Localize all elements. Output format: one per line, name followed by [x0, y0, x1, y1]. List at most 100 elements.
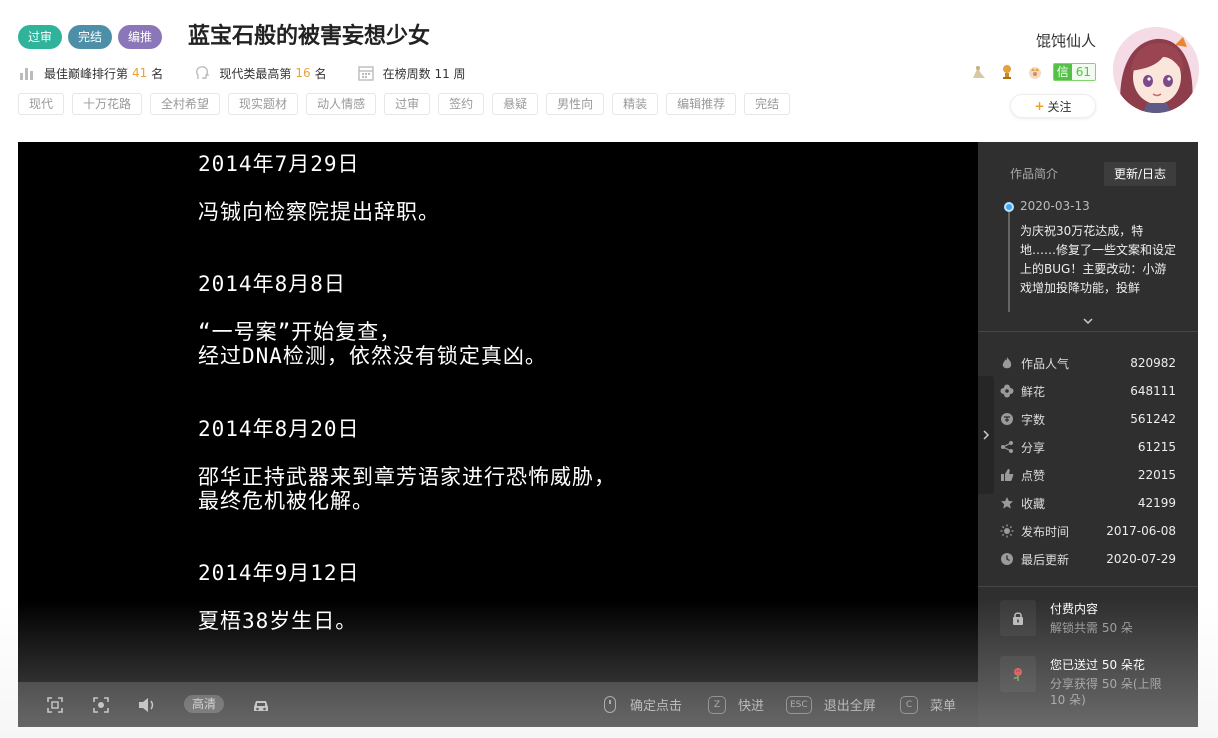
mouse-icon — [604, 696, 616, 713]
fire-icon — [1000, 356, 1014, 370]
tag[interactable]: 全村希望 — [150, 93, 221, 115]
plus-icon: + — [1034, 99, 1045, 113]
paid-content-text: 付费内容 解锁共需 50 朵 — [1050, 600, 1133, 636]
word-count-icon — [1000, 412, 1014, 426]
stat-value: 561242 — [1130, 412, 1176, 426]
timeline-entry: 2014年8月8日 “一号案”开始复查， 经过DNA检测，依然没有锁定真凶。 — [198, 272, 547, 368]
timeline-entry: 2014年8月20日 邵华正持武器来到章芳语家进行恐怖威胁， 最终危机被化解。 — [198, 417, 616, 513]
work-info-panel: 作品简介 更新/日志 2020-03-13 为庆祝30万花达成，特地……修复了一… — [978, 142, 1198, 727]
stat-value: 820982 — [1130, 356, 1176, 370]
author-avatar[interactable] — [1113, 27, 1199, 113]
flowers-sent-text: 您已送过 50 朵花 分享获得 50 朵(上限 10 朵) — [1050, 656, 1180, 708]
stat-value: 2020-07-29 — [1106, 552, 1176, 566]
stat-value: 42199 — [1137, 496, 1176, 510]
credit-badge: 信 61 — [1052, 63, 1096, 81]
star-icon — [1000, 496, 1014, 510]
work-title: 蓝宝石般的被害妄想少女 — [188, 24, 431, 49]
entry-line: “一号案”开始复查， — [198, 320, 402, 344]
stat-label: 字数 — [1021, 412, 1046, 427]
flower-medal-icon[interactable] — [969, 62, 989, 82]
tag[interactable]: 十万花路 — [72, 93, 143, 115]
weeks-label: 在榜周数 11 周 — [382, 66, 466, 81]
stat-label: 点赞 — [1021, 468, 1046, 483]
work-header: 过审 完结 编推 蓝宝石般的被害妄想少女 最佳巅峰排行第 41 名 现代类最高第… — [0, 0, 1218, 142]
genre-rank-label: 现代类最高第 — [219, 66, 292, 81]
key-z-icon: Z — [708, 695, 726, 714]
tag[interactable]: 男性向 — [546, 93, 605, 115]
thumb-up-icon — [1000, 468, 1014, 482]
entry-line: 最终危机被化解。 — [198, 489, 374, 513]
author-name[interactable]: 馄饨仙人 — [1036, 30, 1096, 51]
tag[interactable]: 精装 — [612, 93, 659, 115]
tag[interactable]: 编辑推荐 — [666, 93, 737, 115]
divider — [978, 331, 1198, 332]
share-icon — [1000, 440, 1014, 454]
key-c-icon: C — [900, 695, 918, 714]
entry-date: 2014年8月8日 — [198, 272, 346, 296]
status-badges: 过审 完结 编推 — [18, 25, 163, 49]
chevron-right-icon — [982, 426, 990, 445]
entry-line: 经过DNA检测，依然没有锁定真凶。 — [198, 344, 547, 368]
sun-icon — [1000, 524, 1014, 538]
badge-editor-pick: 编推 — [118, 25, 163, 49]
ranking-stats: 最佳巅峰排行第 41 名 现代类最高第 16 名 在榜周数 11 周 — [18, 64, 496, 82]
tag[interactable]: 现实题材 — [228, 93, 299, 115]
log-body: 为庆祝30万花达成，特地……修复了一些文案和设定上的BUG！主要改动：小游戏增加… — [1020, 224, 1177, 295]
crown-medal-icon[interactable] — [1025, 62, 1045, 82]
entry-date: 2014年9月12日 — [198, 561, 360, 585]
rose-icon — [1000, 656, 1036, 692]
credit-value: 61 — [1071, 64, 1095, 80]
tab-intro[interactable]: 作品简介 — [1000, 162, 1068, 186]
tag[interactable]: 完结 — [744, 93, 791, 115]
timeline-entry: 2014年9月12日 夏梧38岁生日。 — [198, 561, 360, 633]
stat-value: 648111 — [1130, 384, 1176, 398]
quality-button[interactable]: 高清 — [184, 695, 225, 713]
weeks-stat: 在榜周数 11 周 — [357, 64, 466, 82]
flowers-sent-card[interactable]: 您已送过 50 朵花 分享获得 50 朵(上限 10 朵) — [1000, 656, 1180, 708]
key-esc-icon: ESC — [786, 695, 812, 714]
paid-content-card[interactable]: 付费内容 解锁共需 50 朵 — [1000, 600, 1180, 636]
stat-value: 22015 — [1137, 468, 1176, 482]
follow-button[interactable]: + 关注 — [1010, 94, 1096, 118]
fullscreen-icon[interactable] — [44, 694, 66, 716]
volume-icon[interactable] — [136, 694, 158, 716]
chevron-down-icon[interactable] — [1082, 312, 1094, 325]
car-icon[interactable] — [250, 694, 272, 716]
stat-favorites: 收藏 42199 — [1000, 489, 1176, 517]
screenshot-icon[interactable] — [90, 694, 112, 716]
hint-label: 确定点击 — [630, 699, 683, 714]
entry-line: 邵华正持武器来到章芳语家进行恐怖威胁， — [198, 465, 616, 489]
hint-menu: C 菜单 — [900, 695, 956, 714]
stat-flowers: 鲜花 648111 — [1000, 377, 1176, 405]
stat-popularity: 作品人气 820982 — [1000, 349, 1176, 377]
flowers-sent-sub: 分享获得 50 朵(上限 10 朵) — [1050, 677, 1162, 707]
hint-label: 快进 — [738, 699, 765, 714]
stat-value: 61215 — [1137, 440, 1176, 454]
stat-value: 2017-06-08 — [1106, 524, 1176, 538]
author-medals: 信 61 — [969, 62, 1096, 82]
stat-publish-date: 发布时间 2017-06-08 — [1000, 517, 1176, 545]
trophy-medal-icon[interactable] — [997, 62, 1017, 82]
tag[interactable]: 动人情感 — [306, 93, 377, 115]
tag[interactable]: 过审 — [384, 93, 431, 115]
stat-label: 收藏 — [1021, 496, 1046, 511]
genre-rank-unit: 名 — [314, 66, 327, 81]
panel-collapse-handle[interactable] — [978, 376, 994, 494]
entry-line: 冯铖向检察院提出辞职。 — [198, 200, 440, 224]
stat-label: 作品人气 — [1021, 356, 1070, 371]
peak-rank-value: 41 — [132, 66, 148, 80]
genre-rank-value: 16 — [295, 66, 311, 80]
timeline-dot-icon — [1004, 202, 1014, 212]
tag[interactable]: 现代 — [18, 93, 65, 115]
calendar-icon — [357, 64, 375, 82]
bar-chart-icon — [18, 64, 36, 82]
head-icon — [193, 64, 211, 82]
game-canvas[interactable]: 2014年7月29日 冯铖向检察院提出辞职。 2014年8月8日 “一号案”开始… — [18, 142, 978, 682]
peak-rank-label: 最佳巅峰排行第 — [44, 66, 129, 81]
tab-update-log[interactable]: 更新/日志 — [1103, 162, 1176, 186]
credit-label: 信 — [1053, 64, 1072, 80]
tag[interactable]: 签约 — [438, 93, 485, 115]
stat-shares: 分享 61215 — [1000, 433, 1176, 461]
tag[interactable]: 悬疑 — [492, 93, 539, 115]
clock-icon — [1000, 552, 1014, 566]
